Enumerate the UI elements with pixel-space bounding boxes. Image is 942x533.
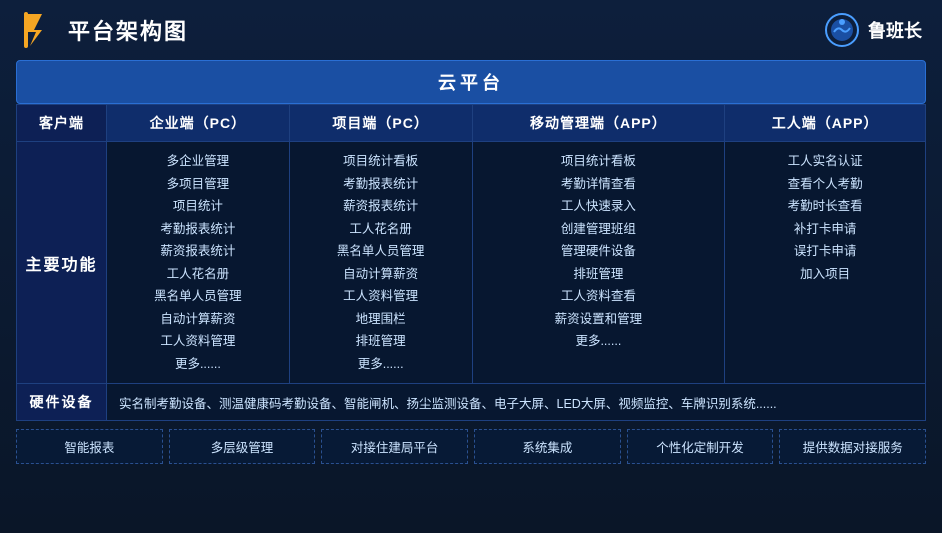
bottom-item-2: 多层级管理: [169, 429, 316, 464]
mobile-feature-4: 创建管理班组: [479, 218, 719, 241]
project-pc-features: 项目统计看板 考勤报表统计 薪资报表统计 工人花名册 黑名单人员管理 自动计算薪…: [289, 142, 472, 384]
brand-logo: 鲁班长: [824, 12, 922, 48]
main-container: 平台架构图 鲁班长 云平台 客户端 企业端（PC） 项目端（PC）: [0, 0, 942, 533]
worker-feature-6: 加入项目: [731, 263, 919, 286]
mobile-app-features: 项目统计看板 考勤详情查看 工人快速录入 创建管理班组 管理硬件设备 排班管理 …: [472, 142, 725, 384]
features-row: 主要功能 多企业管理 多项目管理 项目统计 考勤报表统计 薪资报表统计 工人花名…: [17, 142, 926, 384]
logo-icon: [20, 12, 56, 48]
mobile-feature-9: 更多......: [479, 330, 719, 353]
enterprise-feature-8: 自动计算薪资: [113, 308, 283, 331]
enterprise-feature-4: 考勤报表统计: [113, 218, 283, 241]
header-left: 平台架构图: [20, 12, 188, 48]
project-feature-10: 更多......: [296, 353, 466, 376]
project-feature-4: 工人花名册: [296, 218, 466, 241]
bottom-item-4: 系统集成: [474, 429, 621, 464]
enterprise-feature-10: 更多......: [113, 353, 283, 376]
hardware-row: 硬件设备 实名制考勤设备、测温健康码考勤设备、智能闸机、扬尘监测设备、电子大屏、…: [17, 384, 926, 421]
enterprise-features: 多企业管理 多项目管理 项目统计 考勤报表统计 薪资报表统计 工人花名册 黑名单…: [107, 142, 290, 384]
enterprise-feature-5: 薪资报表统计: [113, 240, 283, 263]
hardware-label: 硬件设备: [17, 384, 107, 421]
worker-feature-1: 工人实名认证: [731, 150, 919, 173]
enterprise-feature-3: 项目统计: [113, 195, 283, 218]
mobile-feature-1: 项目统计看板: [479, 150, 719, 173]
bottom-item-5: 个性化定制开发: [627, 429, 774, 464]
enterprise-feature-2: 多项目管理: [113, 173, 283, 196]
mobile-feature-3: 工人快速录入: [479, 195, 719, 218]
worker-feature-3: 考勤时长查看: [731, 195, 919, 218]
header: 平台架构图 鲁班长: [0, 0, 942, 60]
enterprise-feature-7: 黑名单人员管理: [113, 285, 283, 308]
mobile-feature-2: 考勤详情查看: [479, 173, 719, 196]
project-feature-7: 工人资料管理: [296, 285, 466, 308]
worker-feature-4: 补打卡申请: [731, 218, 919, 241]
bottom-item-1: 智能报表: [16, 429, 163, 464]
platform-table: 客户端 企业端（PC） 项目端（PC） 移动管理端（APP） 工人端（APP） …: [16, 104, 926, 421]
hardware-content: 实名制考勤设备、测温健康码考勤设备、智能闸机、扬尘监测设备、电子大屏、LED大屏…: [107, 384, 926, 421]
mobile-feature-6: 排班管理: [479, 263, 719, 286]
project-feature-1: 项目统计看板: [296, 150, 466, 173]
bottom-item-3: 对接住建局平台: [321, 429, 468, 464]
bottom-item-6: 提供数据对接服务: [779, 429, 926, 464]
project-feature-2: 考勤报表统计: [296, 173, 466, 196]
col-header-worker-app: 工人端（APP）: [725, 105, 926, 142]
worker-app-features: 工人实名认证 查看个人考勤 考勤时长查看 补打卡申请 误打卡申请 加入项目: [725, 142, 926, 384]
main-function-label: 主要功能: [17, 142, 107, 384]
project-feature-9: 排班管理: [296, 330, 466, 353]
worker-feature-2: 查看个人考勤: [731, 173, 919, 196]
col-header-enterprise: 企业端（PC）: [107, 105, 290, 142]
enterprise-feature-6: 工人花名册: [113, 263, 283, 286]
col-header-project-pc: 项目端（PC）: [289, 105, 472, 142]
main-content: 云平台 客户端 企业端（PC） 项目端（PC） 移动管理端（APP） 工人端（A…: [0, 60, 942, 474]
brand-icon: [824, 12, 860, 48]
enterprise-feature-1: 多企业管理: [113, 150, 283, 173]
brand-name: 鲁班长: [868, 17, 922, 43]
mobile-feature-8: 薪资设置和管理: [479, 308, 719, 331]
worker-feature-5: 误打卡申请: [731, 240, 919, 263]
project-feature-6: 自动计算薪资: [296, 263, 466, 286]
mobile-feature-7: 工人资料查看: [479, 285, 719, 308]
mobile-feature-5: 管理硬件设备: [479, 240, 719, 263]
bottom-row: 智能报表 多层级管理 对接住建局平台 系统集成 个性化定制开发 提供数据对接服务: [16, 429, 926, 464]
project-feature-5: 黑名单人员管理: [296, 240, 466, 263]
col-header-client: 客户端: [17, 105, 107, 142]
cloud-platform-header: 云平台: [16, 60, 926, 104]
col-header-mobile-app: 移动管理端（APP）: [472, 105, 725, 142]
project-feature-3: 薪资报表统计: [296, 195, 466, 218]
header-title: 平台架构图: [68, 14, 188, 46]
project-feature-8: 地理围栏: [296, 308, 466, 331]
enterprise-feature-9: 工人资料管理: [113, 330, 283, 353]
